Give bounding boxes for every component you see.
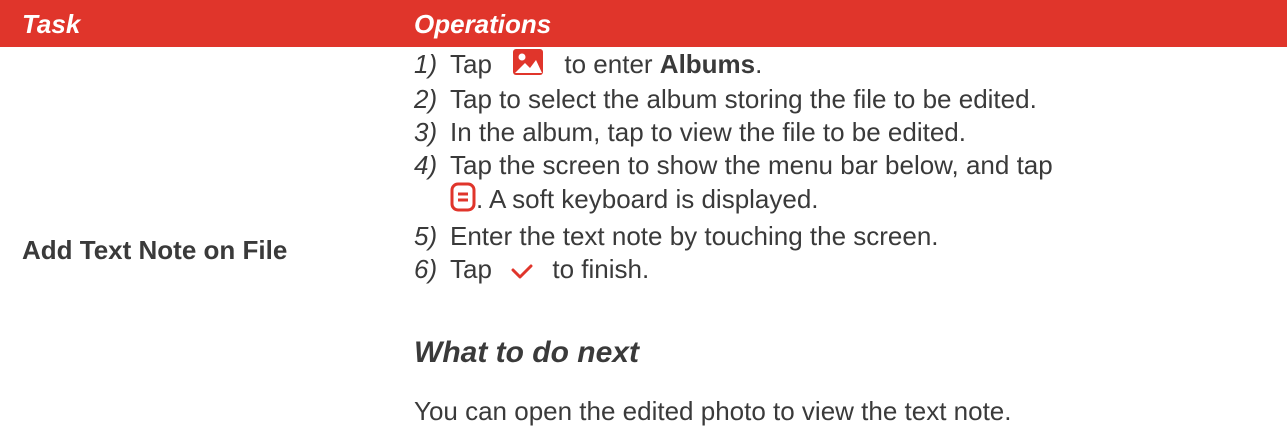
step-text: Tap the screen to show the menu bar belo… bbox=[450, 150, 1053, 181]
step-5: 5) Enter the text note by touching the s… bbox=[414, 220, 1274, 253]
step-text: . A soft keyboard is displayed. bbox=[476, 184, 819, 214]
step-number: 5) bbox=[414, 221, 438, 252]
step-6: 6) Tap to finish. bbox=[414, 253, 1274, 288]
task-name: Add Text Note on File bbox=[22, 235, 288, 265]
albums-label: Albums bbox=[659, 49, 756, 79]
step-number: 1) bbox=[414, 49, 438, 79]
step-text: to finish. bbox=[552, 254, 650, 285]
table-header: Task Operations bbox=[0, 0, 1287, 47]
step-text: In the album, tap to view the file to be… bbox=[450, 117, 966, 148]
albums-icon bbox=[513, 49, 544, 83]
operations-table: Task Operations Add Text Note on File 1)… bbox=[0, 0, 1287, 441]
step-text: . bbox=[755, 49, 763, 79]
step-3: 3) In the album, tap to view the file to… bbox=[414, 116, 1274, 149]
steps-list: 1) Tap to enter Albums. 2) Tap to select… bbox=[414, 48, 1274, 288]
step-number: 3) bbox=[414, 117, 438, 148]
step-text: Tap to select the album storing the file… bbox=[450, 84, 1037, 115]
step-number: 2) bbox=[414, 84, 438, 115]
step-text: to enter bbox=[564, 49, 653, 79]
text-note-icon bbox=[450, 182, 476, 220]
step-2: 2) Tap to select the album storing the f… bbox=[414, 83, 1274, 116]
step-number: 6) bbox=[414, 254, 438, 285]
step-text: Tap bbox=[450, 49, 492, 79]
next-text: You can open the edited photo to view th… bbox=[414, 396, 1012, 426]
checkmark-icon bbox=[511, 255, 533, 288]
step-text: Enter the text note by touching the scre… bbox=[450, 221, 939, 252]
next-heading: What to do next bbox=[414, 336, 639, 369]
step-number: 4) bbox=[414, 150, 438, 181]
step-1: 1) Tap to enter Albums. bbox=[414, 48, 1274, 83]
step-text: Tap bbox=[450, 254, 492, 285]
header-task: Task bbox=[22, 9, 81, 39]
header-operations: Operations bbox=[414, 9, 552, 39]
step-4: 4) Tap the screen to show the menu bar b… bbox=[414, 149, 1274, 220]
